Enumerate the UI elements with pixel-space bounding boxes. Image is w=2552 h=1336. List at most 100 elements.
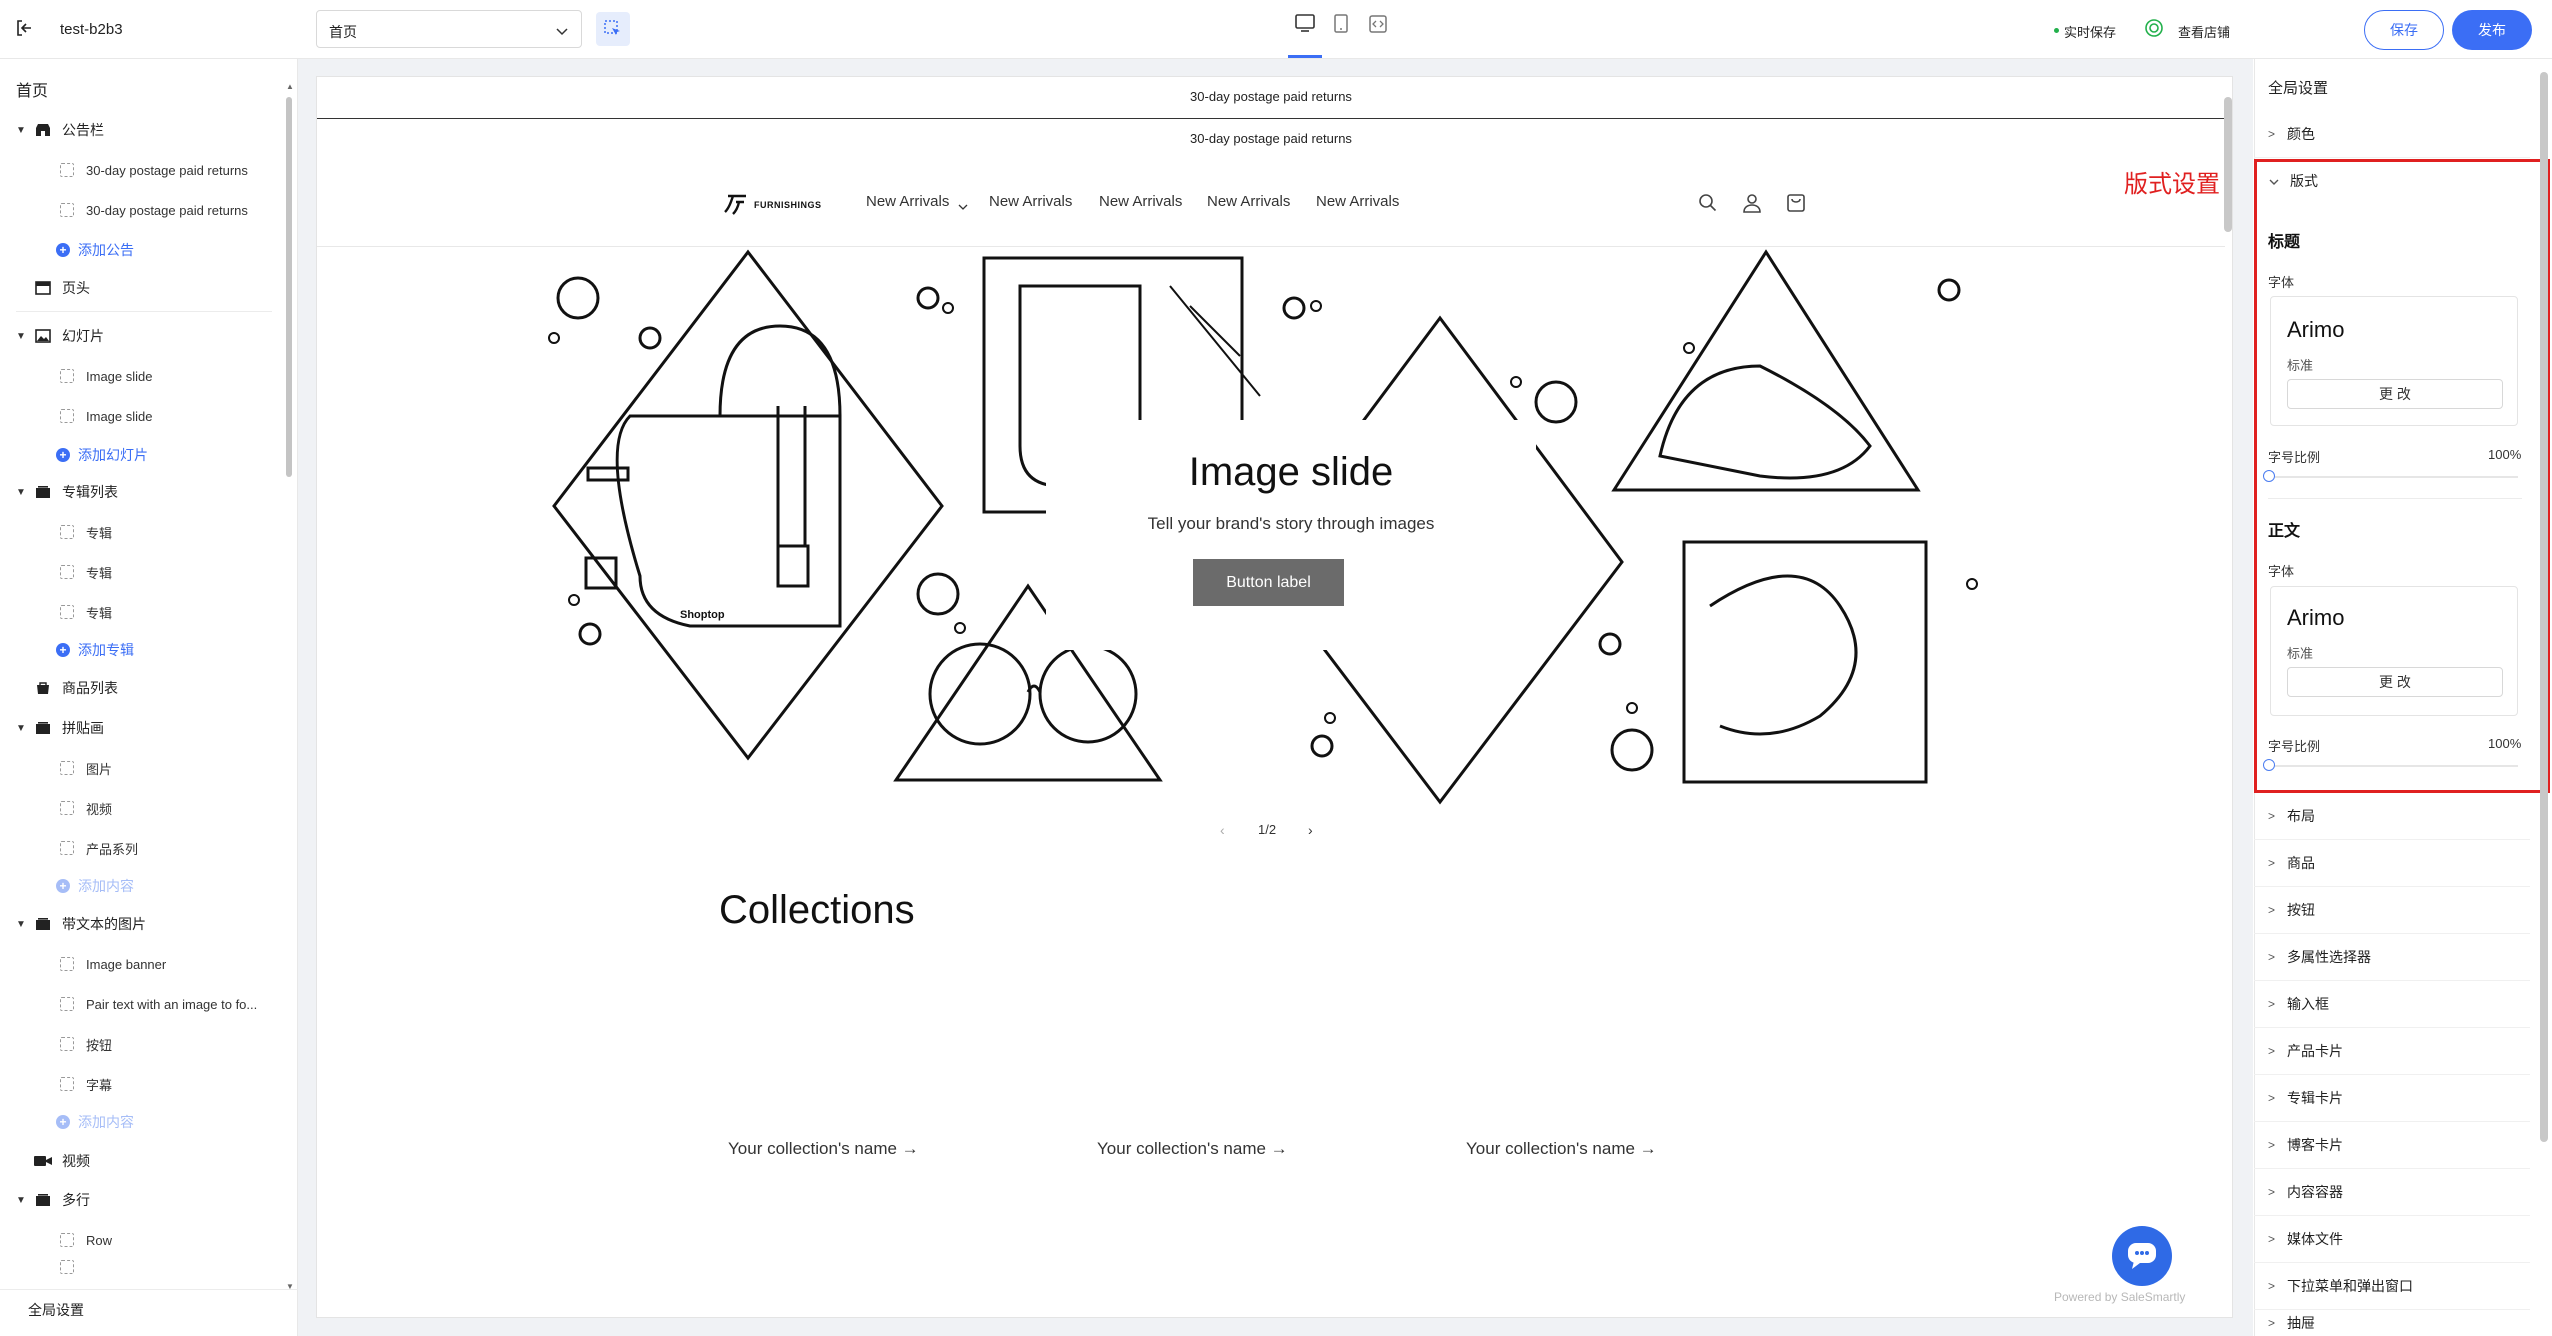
tree-child[interactable]: 专辑 [0,552,280,592]
tree-child[interactable]: 30-day postage paid returns [0,190,280,230]
tree-child[interactable]: 字幕 [0,1064,280,1104]
scale-slider-track[interactable] [2272,765,2518,767]
prev-arrow-icon[interactable]: ‹ [1220,822,1225,838]
font-label: 字体 [2268,275,2295,290]
tree-child-partial[interactable] [0,1260,280,1274]
store-logo[interactable]: FURNISHINGS [724,190,834,220]
setting-section[interactable]: > 产品卡片 [2254,1028,2530,1075]
tree-child[interactable]: Row [0,1220,280,1260]
collection-link[interactable]: Your collection's name → [728,1139,919,1159]
image-icon [34,328,52,344]
caret-down-icon[interactable]: ▼ [16,125,30,136]
search-icon[interactable] [1698,193,1718,213]
left-scroll-thumb[interactable] [286,97,292,477]
scroll-up-arrow[interactable]: ▲ [286,83,294,91]
setting-section[interactable]: > 按钮 [2254,887,2530,934]
setting-section[interactable]: > 输入框 [2254,981,2530,1028]
tree-label: 幻灯片 [62,328,104,344]
tablet-icon[interactable] [1332,14,1350,34]
section-album-list[interactable]: ▼ 专辑列表 [0,472,280,512]
tree-child[interactable]: 专辑 [0,592,280,632]
cart-icon[interactable] [1786,192,1806,214]
nav-link[interactable]: New Arrivals [1207,193,1290,210]
tree-child[interactable]: 30-day postage paid returns [0,150,280,190]
setting-section-colors[interactable]: > 颜色 [2254,111,2530,158]
add-album-button[interactable]: + 添加专辑 [0,631,280,669]
nav-link[interactable]: New Arrivals [1099,193,1182,210]
setting-section[interactable]: > 内容容器 [2254,1169,2530,1216]
code-icon[interactable] [1368,14,1388,34]
tree-label: 带文本的图片 [62,916,146,932]
setting-section[interactable]: > 布局 [2254,793,2530,840]
setting-section[interactable]: > 商品 [2254,840,2530,887]
select-element-button[interactable] [596,12,630,46]
tree-child[interactable]: Pair text with an image to fo... [0,984,280,1024]
setting-section[interactable]: > 抽屉 [2254,1310,2530,1336]
section-multirow[interactable]: ▼ 多行 [0,1180,280,1220]
publish-button[interactable]: 发布 [2452,10,2532,50]
caret-down-icon[interactable]: ▼ [16,919,30,930]
announcement-bar-2[interactable]: 30-day postage paid returns [317,120,2225,160]
section-product-list[interactable]: 商品列表 [0,668,280,708]
section-label: 抽屉 [2287,1315,2316,1331]
setting-section[interactable]: > 博客卡片 [2254,1122,2530,1169]
caret-down-icon[interactable]: ▼ [16,1195,30,1206]
save-button[interactable]: 保存 [2364,10,2444,50]
setting-section-typography[interactable]: 版式 [2254,161,2530,201]
user-icon[interactable] [1742,192,1762,214]
desktop-icon[interactable] [1294,12,1316,34]
scale-slider-knob[interactable] [2263,759,2275,771]
view-store-icon[interactable] [2144,18,2164,38]
caret-down-icon[interactable]: ▼ [16,331,30,342]
collection-link[interactable]: Your collection's name → [1466,1139,1657,1159]
add-content-button[interactable]: + 添加内容 [0,867,280,905]
tree-child[interactable]: 按钮 [0,1024,280,1064]
change-font-button[interactable]: 更 改 [2287,667,2503,697]
tree-child[interactable]: Image slide [0,396,280,436]
add-slide-button[interactable]: + 添加幻灯片 [0,436,280,474]
scale-slider-track[interactable] [2272,476,2518,478]
tree-child[interactable]: 图片 [0,748,280,788]
section-collage[interactable]: ▼ 拼贴画 [0,708,280,748]
right-scroll-thumb[interactable] [2540,72,2548,1142]
page-select[interactable]: 首页 [316,10,582,48]
nav-link[interactable]: New Arrivals [866,193,949,210]
annotation-label: 版式设置 [2124,171,2220,198]
setting-section[interactable]: > 专辑卡片 [2254,1075,2530,1122]
caret-down-icon[interactable]: ▼ [16,487,30,498]
caret-down-icon[interactable]: ▼ [16,723,30,734]
section-video[interactable]: 视频 [0,1141,280,1181]
exit-icon[interactable] [14,18,34,38]
tree-child[interactable]: 产品系列 [0,828,280,868]
change-font-button[interactable]: 更 改 [2287,379,2503,409]
setting-section[interactable]: > 多属性选择器 [2254,934,2530,981]
nav-link[interactable]: New Arrivals [1316,193,1399,210]
scale-slider-knob[interactable] [2263,470,2275,482]
tree-child[interactable]: Image slide [0,356,280,396]
section-label: 颜色 [2287,126,2316,142]
next-arrow-icon[interactable]: › [1308,822,1313,838]
scale-value: 100% [2488,447,2522,462]
tree-child[interactable]: Image banner [0,944,280,984]
section-slideshow[interactable]: ▼ 幻灯片 [0,316,280,356]
divider [2268,498,2522,499]
section-announcement[interactable]: ▼ 公告栏 [0,110,280,150]
tree-child[interactable]: 专辑 [0,512,280,552]
slide-button[interactable]: Button label [1193,559,1344,606]
collection-link[interactable]: Your collection's name → [1097,1139,1288,1159]
view-store-link[interactable]: 查看店铺 [2178,22,2230,41]
section-header[interactable]: 页头 [0,268,280,308]
chat-widget-button[interactable] [2112,1226,2172,1286]
tree-child[interactable]: 视频 [0,788,280,828]
add-announcement-button[interactable]: + 添加公告 [0,231,280,269]
setting-section[interactable]: > 下拉菜单和弹出窗口 [2254,1263,2530,1310]
announcement-bar-1[interactable]: 30-day postage paid returns [317,77,2225,119]
nav-link[interactable]: New Arrivals [989,193,1072,210]
section-image-with-text[interactable]: ▼ 带文本的图片 [0,904,280,944]
setting-section[interactable]: > 媒体文件 [2254,1216,2530,1263]
left-scrollbar[interactable]: ▲ ▼ [286,83,294,1303]
preview-scroll-thumb[interactable] [2224,97,2232,232]
add-content-button[interactable]: + 添加内容 [0,1103,280,1141]
global-settings-link[interactable]: 全局设置 [28,1300,84,1320]
product-icon [34,680,52,696]
